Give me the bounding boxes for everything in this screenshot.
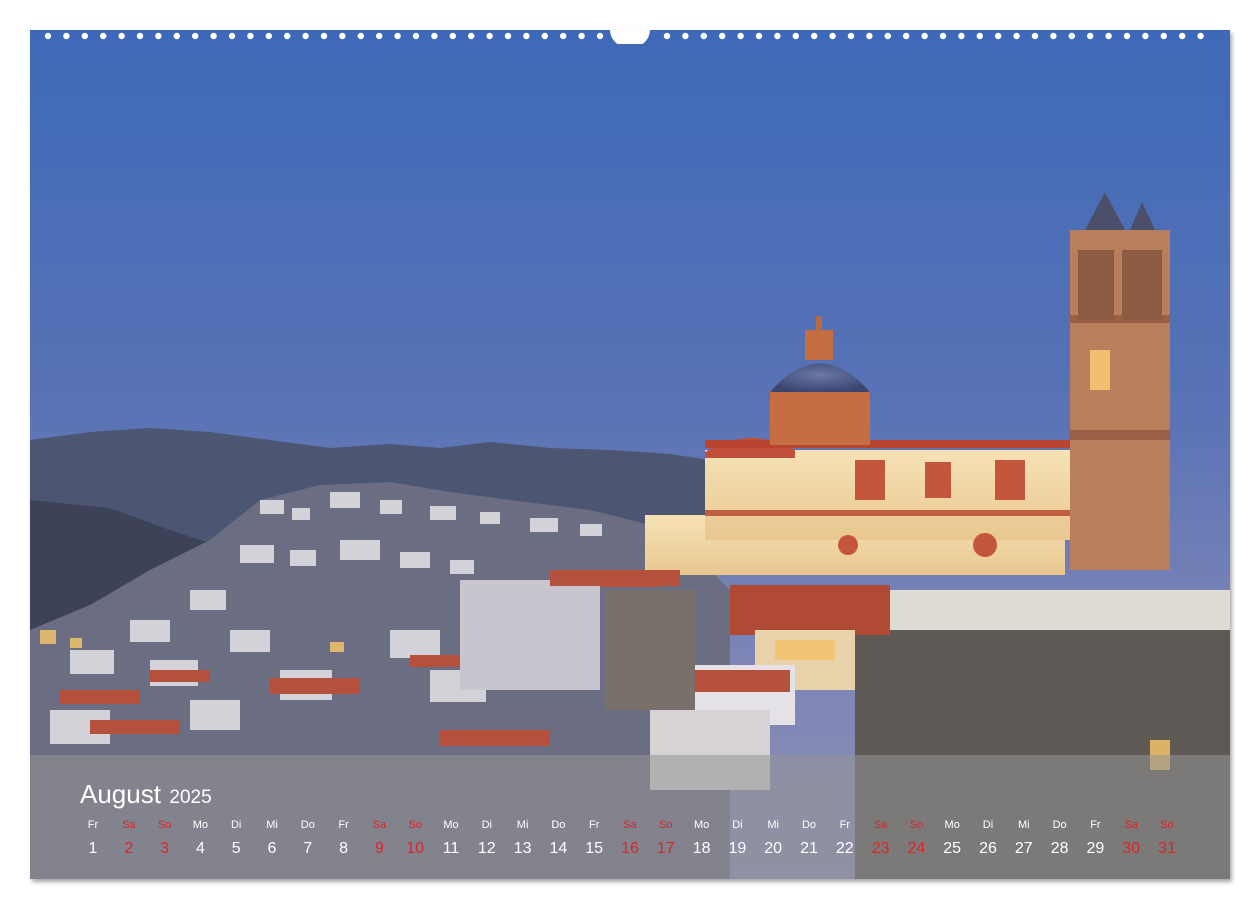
day-number: 6 (267, 840, 277, 857)
day-number: 8 (339, 840, 349, 857)
day-abbr: Di (230, 819, 242, 831)
day-number: 12 (477, 840, 496, 857)
day-number: 7 (303, 840, 313, 857)
day-number: 13 (513, 840, 532, 857)
day-number: 15 (585, 840, 604, 857)
day-number: 16 (621, 840, 639, 857)
day-abbr: Do (801, 819, 817, 831)
day-number: 21 (800, 840, 818, 857)
day-abbr: Sa (873, 819, 888, 831)
day-abbr: Fr (1090, 819, 1101, 831)
month-title: August 2025 (80, 779, 212, 810)
day-number: 3 (160, 840, 170, 857)
day-abbr: Mo (693, 819, 710, 831)
day-number: 20 (764, 840, 783, 857)
month-name: August (80, 779, 161, 809)
day-number: 27 (1014, 840, 1033, 857)
day-number: 26 (979, 840, 997, 857)
month-year: 2025 (169, 787, 212, 808)
day-abbr: So (1160, 819, 1174, 831)
day-abbr: Mi (516, 819, 529, 831)
day-number: 10 (406, 840, 425, 857)
day-abbr: So (909, 819, 924, 831)
day-abbr: Sa (122, 819, 136, 831)
calendar-bar: August 2025 Fr 1 Sa 2 So 3 Mo 4 Di 5 Mi 6 Do 7 Fr 8 Sa 9 S… (30, 755, 1230, 879)
day-abbr: Di (732, 819, 743, 831)
day-number: 24 (907, 840, 926, 857)
day-number: 19 (728, 840, 747, 857)
day-abbr: Fr (338, 819, 349, 831)
day-abbr: Mo (944, 819, 960, 831)
day-number: 11 (442, 840, 460, 857)
day-abbr: Sa (372, 819, 387, 831)
photo-taxco-santa-prisca (30, 30, 1230, 879)
day-number: 28 (1050, 840, 1069, 857)
day-number: 31 (1158, 840, 1176, 857)
day-abbr: Mo (443, 819, 459, 831)
day-abbr: Do (551, 819, 566, 831)
day-abbr: Do (1052, 819, 1067, 831)
day-number: 23 (871, 840, 890, 857)
day-number: 14 (549, 840, 568, 857)
day-number: 30 (1122, 840, 1141, 857)
day-number: 2 (124, 840, 134, 857)
day-number: 25 (943, 840, 962, 857)
day-abbr: Mi (767, 819, 779, 831)
day-abbr: Fr (87, 819, 99, 831)
day-abbr: Mi (1017, 819, 1030, 831)
day-abbr: Fr (839, 819, 850, 831)
day-abbr: Mo (192, 819, 209, 831)
day-number: 1 (88, 840, 98, 857)
day-number: 17 (656, 840, 675, 857)
day-number: 29 (1086, 840, 1105, 857)
day-abbr: Sa (1124, 819, 1138, 831)
day-abbr: Mi (266, 819, 278, 831)
day-number: 5 (231, 840, 241, 857)
day-number: 22 (835, 840, 854, 857)
day-abbr: So (408, 819, 422, 831)
day-number: 4 (195, 840, 205, 857)
day-abbr: Di (481, 819, 492, 831)
calendar-page: August 2025 Fr 1 Sa 2 So 3 Mo 4 Di 5 Mi 6 Do 7 Fr 8 Sa 9 S… (0, 0, 1260, 908)
day-number: 9 (374, 840, 384, 857)
day-abbr: So (659, 819, 673, 831)
day-abbr: Di (982, 819, 994, 831)
day-abbr: Sa (623, 819, 637, 831)
day-abbr: Do (300, 819, 315, 831)
day-abbr: Fr (588, 819, 600, 831)
photo-illustration (30, 30, 1230, 879)
day-number: 18 (692, 840, 711, 857)
day-abbr: So (157, 819, 172, 831)
